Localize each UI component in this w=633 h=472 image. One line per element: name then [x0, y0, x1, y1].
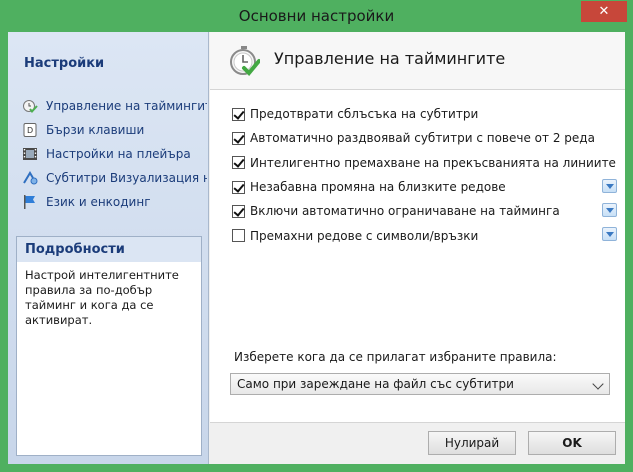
sidebar-item-language[interactable]: Език и енкодинг	[22, 190, 207, 214]
sidebar-item-label: Субтитри Визуализация на	[46, 171, 207, 185]
option-smart-line-breaks[interactable]: Интелигентно премахване на прекъсванията…	[232, 151, 617, 175]
apply-label: Изберете кога да се прилагат избраните п…	[234, 350, 557, 364]
checkbox[interactable]	[232, 180, 245, 194]
section-title: Управление на таймингите	[274, 49, 506, 68]
sidebar-item-label: Настройки на плейъра	[46, 147, 191, 161]
sidebar-item-player[interactable]: Настройки на плейъра	[22, 142, 207, 166]
select-value: Само при зареждане на файл със субтитри	[237, 377, 514, 391]
flag-icon	[22, 194, 38, 210]
option-label: Включи автоматично ограничаване на тайми…	[250, 204, 560, 219]
main-panel: Управление на таймингите Предотврати сбл…	[210, 32, 625, 464]
close-button[interactable]: ✕	[581, 1, 627, 22]
checkbox[interactable]	[232, 156, 245, 170]
option-dropdown-button[interactable]	[602, 178, 617, 193]
details-text: Настрой интелигентните правила за по-доб…	[25, 268, 179, 327]
checkbox[interactable]	[232, 204, 245, 218]
checkbox[interactable]	[232, 131, 245, 145]
option-label: Незабавна промяна на близките редове	[250, 180, 506, 195]
option-dropdown-button[interactable]	[602, 227, 617, 242]
apply-when-select[interactable]: Само при зареждане на файл със субтитри	[230, 373, 610, 395]
client-area: Настройки Управление на таймингите D Бър…	[8, 32, 625, 464]
option-label: Премахни редове с символи/връзки	[250, 228, 479, 243]
sidebar-item-label: Език и енкодинг	[46, 195, 151, 209]
reset-button[interactable]: Нулирай	[428, 431, 516, 455]
sidebar-item-hotkeys[interactable]: D Бързи клавиши	[22, 118, 207, 142]
option-label: Интелигентно премахване на прекъсванията…	[250, 155, 616, 170]
section-header: Управление на таймингите	[210, 32, 625, 90]
sidebar-title: Настройки	[24, 56, 105, 71]
film-icon	[22, 146, 38, 162]
sidebar-nav: Управление на таймингите D Бързи клавиши…	[22, 94, 207, 214]
option-auto-split[interactable]: Автоматично раздвоявай субтитри с повече…	[232, 126, 617, 150]
sidebar-item-subtitle-visual[interactable]: Субтитри Визуализация на	[22, 166, 207, 190]
option-label: Предотврати сблъсъка на субтитри	[250, 107, 479, 122]
option-remove-symbol-lines[interactable]: Премахни редове с символи/връзки	[232, 223, 617, 247]
option-dropdown-button[interactable]	[602, 203, 617, 218]
subtitle-visual-icon	[22, 170, 38, 186]
ok-button[interactable]: OK	[528, 431, 616, 455]
window-title: Основни настройки	[238, 7, 395, 25]
title-bar[interactable]: Основни настройки ✕	[0, 0, 633, 32]
checkbox[interactable]	[232, 107, 245, 121]
chevron-down-icon	[592, 378, 604, 390]
sidebar-item-label: Управление на таймингите	[46, 99, 207, 113]
keyboard-key-icon: D	[22, 122, 38, 138]
option-label: Автоматично раздвоявай субтитри с повече…	[250, 131, 595, 146]
svg-text:D: D	[27, 126, 33, 135]
checkbox[interactable]	[232, 229, 245, 243]
sidebar: Настройки Управление на таймингите D Бър…	[8, 32, 209, 464]
option-prevent-collision[interactable]: Предотврати сблъсъка на субтитри	[232, 102, 617, 126]
settings-window: Основни настройки ✕ Настройки Управление…	[0, 0, 633, 472]
dialog-footer: Нулирай OK	[210, 422, 625, 464]
details-title: Подробности	[17, 237, 201, 262]
option-instant-adjacent[interactable]: Незабавна промяна на близките редове	[232, 175, 617, 199]
stopwatch-check-icon	[228, 45, 261, 77]
timing-check-icon	[22, 98, 38, 114]
option-auto-limit-timing[interactable]: Включи автоматично ограничаване на тайми…	[232, 199, 617, 223]
sidebar-item-label: Бързи клавиши	[46, 123, 145, 137]
sidebar-item-timing[interactable]: Управление на таймингите	[22, 94, 207, 118]
options-list: Предотврати сблъсъка на субтитри Автомат…	[232, 102, 617, 248]
details-panel: Подробности Настрой интелигентните прави…	[16, 236, 202, 456]
